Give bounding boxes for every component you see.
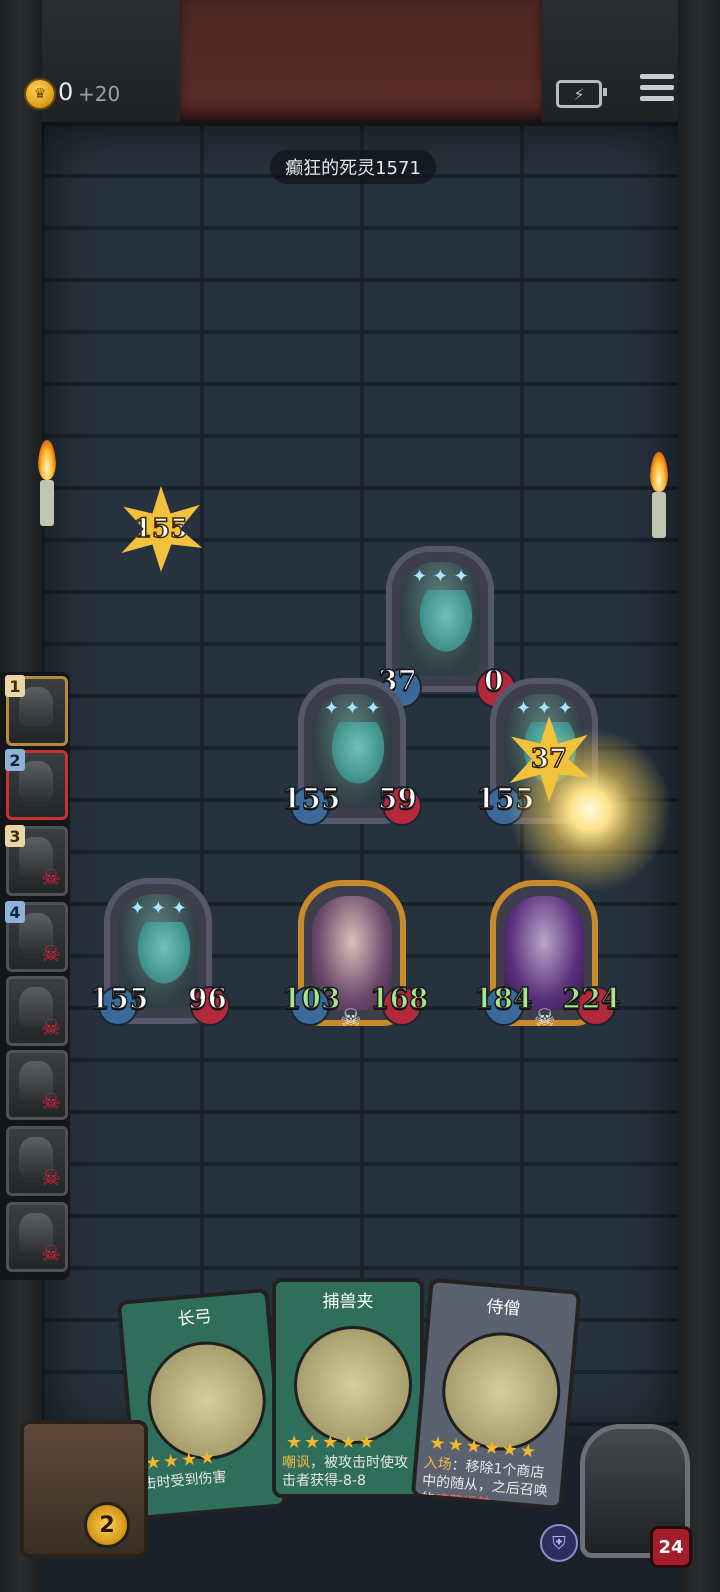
party-slot-7[interactable]: ☠ — [6, 1126, 68, 1196]
ally-priestess-health: 168 — [369, 981, 429, 1016]
enemy-bottom-left-attack: 155 — [89, 981, 149, 1016]
slot-number: 4 — [5, 901, 25, 923]
ghoul-portrait — [400, 562, 480, 676]
gold-bonus: +20 — [78, 82, 121, 106]
slot-number: 1 — [5, 675, 25, 697]
dead-skull-icon: ☠ — [41, 1090, 61, 1115]
dead-skull-icon: ☠ — [41, 866, 61, 891]
torch-left — [34, 440, 60, 526]
card-title: 长弓 — [176, 1306, 213, 1330]
ally-monk-attack: 184 — [473, 981, 533, 1016]
gold-amount: 0 — [58, 78, 74, 106]
hand-card-beast-trap[interactable]: 捕兽夹 ★★★★★ 嘲讽，被攻击时使攻击者获得-8-8 — [272, 1278, 424, 1498]
skull-icon: ☠ — [534, 1004, 556, 1032]
dead-skull-icon: ☠ — [41, 1166, 61, 1191]
star-rating: ★★★★★ — [286, 1432, 377, 1453]
curtain — [180, 0, 542, 122]
longbow-art — [142, 1336, 271, 1465]
party-slot-2[interactable]: 2 — [5, 749, 68, 820]
damage-value: 37 — [530, 743, 568, 775]
card-title: 侍僧 — [485, 1296, 522, 1320]
ally-priestess-attack: 103 — [281, 981, 341, 1016]
party-slot-3[interactable]: 3 ☠ — [5, 825, 68, 896]
slot-number: 2 — [5, 749, 25, 771]
attack-explosion — [470, 700, 710, 920]
hand-card-acolyte[interactable]: 侍僧 ★★★★★★ 入场：移除1个商店中的随从，之后召唤的魂获得其 — [410, 1277, 582, 1511]
party-slot-6[interactable]: ☠ — [6, 1050, 68, 1120]
chest-count-badge: 2 — [84, 1502, 130, 1548]
battery-icon: ⚡ — [556, 80, 607, 108]
shield-icon[interactable]: ⛨ — [540, 1524, 578, 1562]
treasure-chest[interactable] — [20, 1420, 148, 1558]
enemy-mid-left-health: 59 — [377, 781, 417, 816]
beast-trap-art — [294, 1326, 412, 1444]
flame-icon — [650, 452, 668, 492]
enemy-name-banner: 癫狂的死灵1571 — [270, 150, 436, 184]
hero-health-badge: 24 — [650, 1526, 692, 1568]
dead-skull-icon: ☠ — [41, 1016, 61, 1041]
card-description: 嘲讽，被攻击时使攻击者获得-8-8 — [282, 1455, 408, 1489]
party-column: 1 2 3 ☠ 4 ☠ ☠ ☠ ☠ ☠ — [0, 672, 70, 1280]
dead-skull-icon: ☠ — [41, 942, 61, 967]
party-slot-5[interactable]: ☠ — [6, 976, 68, 1046]
menu-icon[interactable] — [640, 74, 674, 106]
party-slot-8[interactable]: ☠ — [6, 1202, 68, 1272]
enemy-mid-left-attack: 155 — [281, 781, 341, 816]
torch-right — [646, 452, 672, 538]
flame-icon — [38, 440, 56, 480]
slot-number: 3 — [5, 825, 25, 847]
enemy-bottom-left-health: 96 — [187, 981, 227, 1016]
skull-icon: ☠ — [340, 1004, 362, 1032]
party-slot-1[interactable]: 1 — [5, 675, 68, 746]
party-slot-4[interactable]: 4 ☠ — [5, 901, 68, 972]
gold-coin-icon: ♛ — [24, 78, 56, 110]
dead-skull-icon: ☠ — [41, 1242, 61, 1267]
ally-monk-health: 224 — [561, 981, 621, 1016]
card-title: 捕兽夹 — [322, 1291, 374, 1312]
